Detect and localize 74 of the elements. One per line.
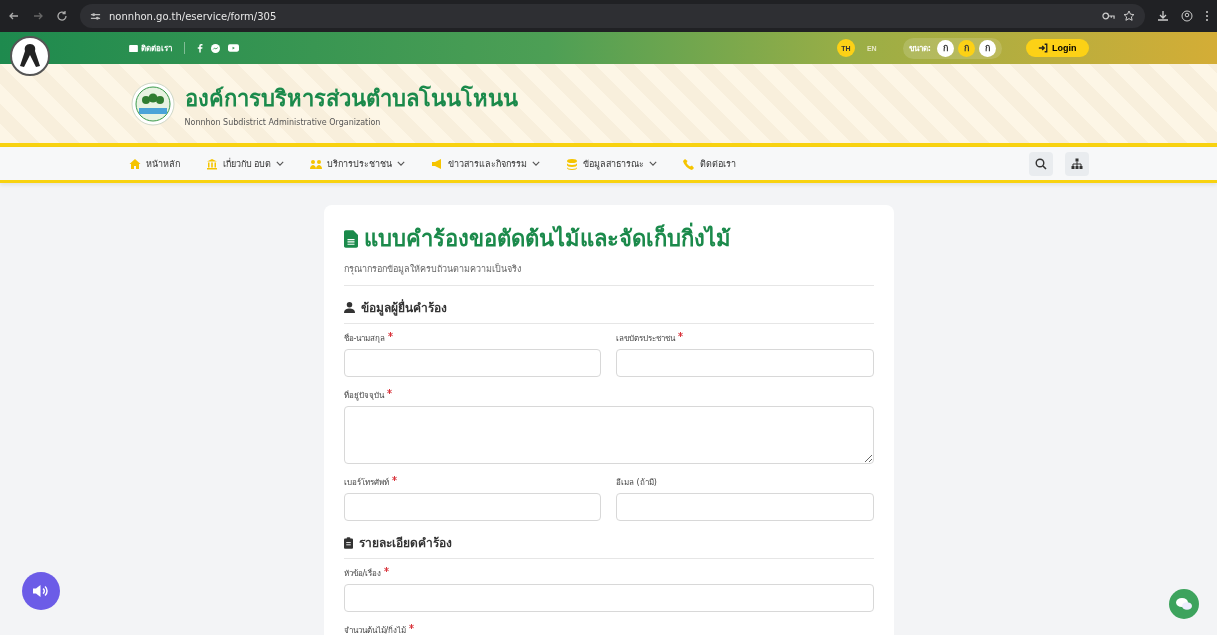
required-asterisk-icon bbox=[391, 476, 397, 481]
field-label: เบอร์โทรศัพท์ bbox=[343, 477, 389, 489]
font-size-button[interactable]: ก bbox=[979, 39, 996, 57]
login-arrow-icon bbox=[1038, 43, 1048, 53]
field-label: เลขบัตรประชาชน bbox=[616, 333, 675, 345]
nav-item[interactable]: ข่าวสารและกิจกรรม bbox=[431, 156, 541, 171]
envelope-icon bbox=[128, 44, 138, 52]
section-title: ข้อมูลผู้ยื่นคำร้อง bbox=[360, 298, 447, 317]
required-asterisk-icon bbox=[409, 624, 415, 629]
home-icon bbox=[128, 157, 141, 170]
field-label: หัวข้อ/เรื่อง bbox=[343, 567, 382, 580]
emblem-logo[interactable] bbox=[130, 81, 175, 126]
nav-item[interactable]: ข้อมูลสาธารณะ bbox=[566, 156, 658, 171]
font-size-button[interactable]: ก bbox=[937, 39, 954, 57]
field-label: จำนวนต้นไม้/กิ่งไม้ bbox=[343, 624, 407, 635]
required-asterisk-icon bbox=[386, 389, 392, 394]
field-label: อีเมล (ถ้ามี) bbox=[616, 477, 657, 489]
chevron-down-icon bbox=[397, 161, 406, 166]
site-title: องค์การบริหารส่วนตำบลโนนโหนน bbox=[184, 84, 518, 113]
input-field[interactable] bbox=[616, 493, 874, 521]
forward-arrow-icon[interactable] bbox=[32, 10, 44, 22]
font-size-label: ขนาด: bbox=[908, 42, 931, 55]
speaker-icon bbox=[33, 584, 49, 598]
profile-icon[interactable] bbox=[1181, 10, 1193, 22]
search-button[interactable] bbox=[1028, 151, 1053, 176]
key-icon[interactable] bbox=[1102, 11, 1115, 21]
sound-button[interactable] bbox=[22, 572, 60, 610]
chat-button[interactable] bbox=[1169, 589, 1199, 619]
database-icon bbox=[566, 157, 579, 170]
contact-link[interactable]: ติดต่อเรา bbox=[128, 41, 172, 55]
site-settings-icon[interactable] bbox=[90, 10, 101, 22]
people-icon bbox=[310, 157, 323, 170]
clipboard-icon bbox=[343, 536, 353, 549]
download-icon[interactable] bbox=[1157, 10, 1169, 22]
phone-icon bbox=[683, 157, 696, 170]
field-label: ชื่อ-นามสกุล bbox=[343, 332, 386, 345]
form-title: แบบคำร้องขอตัดต้นไม้และจัดเก็บกิ่งไม้ bbox=[363, 221, 731, 256]
section-title: รายละเอียดคำร้อง bbox=[358, 535, 452, 552]
input-field[interactable] bbox=[343, 349, 601, 377]
required-asterisk-icon bbox=[678, 332, 683, 337]
address-bar[interactable]: nonnhon.go.th/eservice/form/305 bbox=[80, 4, 1145, 28]
menu-icon[interactable] bbox=[1205, 10, 1209, 22]
chat-bubbles-icon bbox=[1176, 597, 1192, 611]
field-label: ที่อยู่ปัจจุบัน bbox=[343, 389, 384, 402]
search-icon bbox=[1034, 157, 1047, 170]
nav-item[interactable]: ติดต่อเรา bbox=[683, 156, 737, 171]
star-icon[interactable] bbox=[1123, 10, 1135, 22]
sitemap-button[interactable] bbox=[1064, 151, 1089, 176]
megaphone-icon bbox=[431, 157, 444, 170]
site-subtitle: Nonnhon Subdistrict Administrative Organization bbox=[184, 117, 382, 127]
url-text: nonnhon.go.th/eservice/form/305 bbox=[109, 10, 277, 22]
messenger-icon[interactable] bbox=[210, 43, 220, 53]
required-asterisk-icon bbox=[388, 332, 394, 337]
building-icon bbox=[205, 157, 218, 170]
nav-item[interactable]: หน้าหลัก bbox=[128, 156, 180, 171]
form-subtitle: กรุณากรอกข้อมูลให้ครบถ้วนตามความเป็นจริง bbox=[343, 262, 522, 276]
input-field[interactable] bbox=[343, 584, 874, 612]
input-field[interactable] bbox=[616, 349, 874, 377]
back-arrow-icon[interactable] bbox=[8, 10, 20, 22]
nav-item[interactable]: เกี่ยวกับ อบต bbox=[205, 156, 285, 171]
chevron-down-icon bbox=[649, 161, 658, 166]
required-asterisk-icon bbox=[384, 567, 390, 572]
nav-item[interactable]: บริการประชาชน bbox=[310, 156, 406, 171]
chevron-down-icon bbox=[532, 161, 541, 166]
input-field[interactable] bbox=[343, 493, 601, 521]
person-icon bbox=[343, 302, 355, 313]
facebook-icon[interactable] bbox=[196, 43, 203, 53]
chevron-down-icon bbox=[276, 161, 285, 166]
sitemap-icon bbox=[1070, 157, 1083, 170]
reload-icon[interactable] bbox=[56, 10, 68, 22]
document-icon bbox=[343, 229, 358, 248]
youtube-icon[interactable] bbox=[227, 44, 239, 52]
login-button[interactable]: Login bbox=[1026, 39, 1089, 57]
font-size-button[interactable]: ก bbox=[958, 39, 975, 57]
